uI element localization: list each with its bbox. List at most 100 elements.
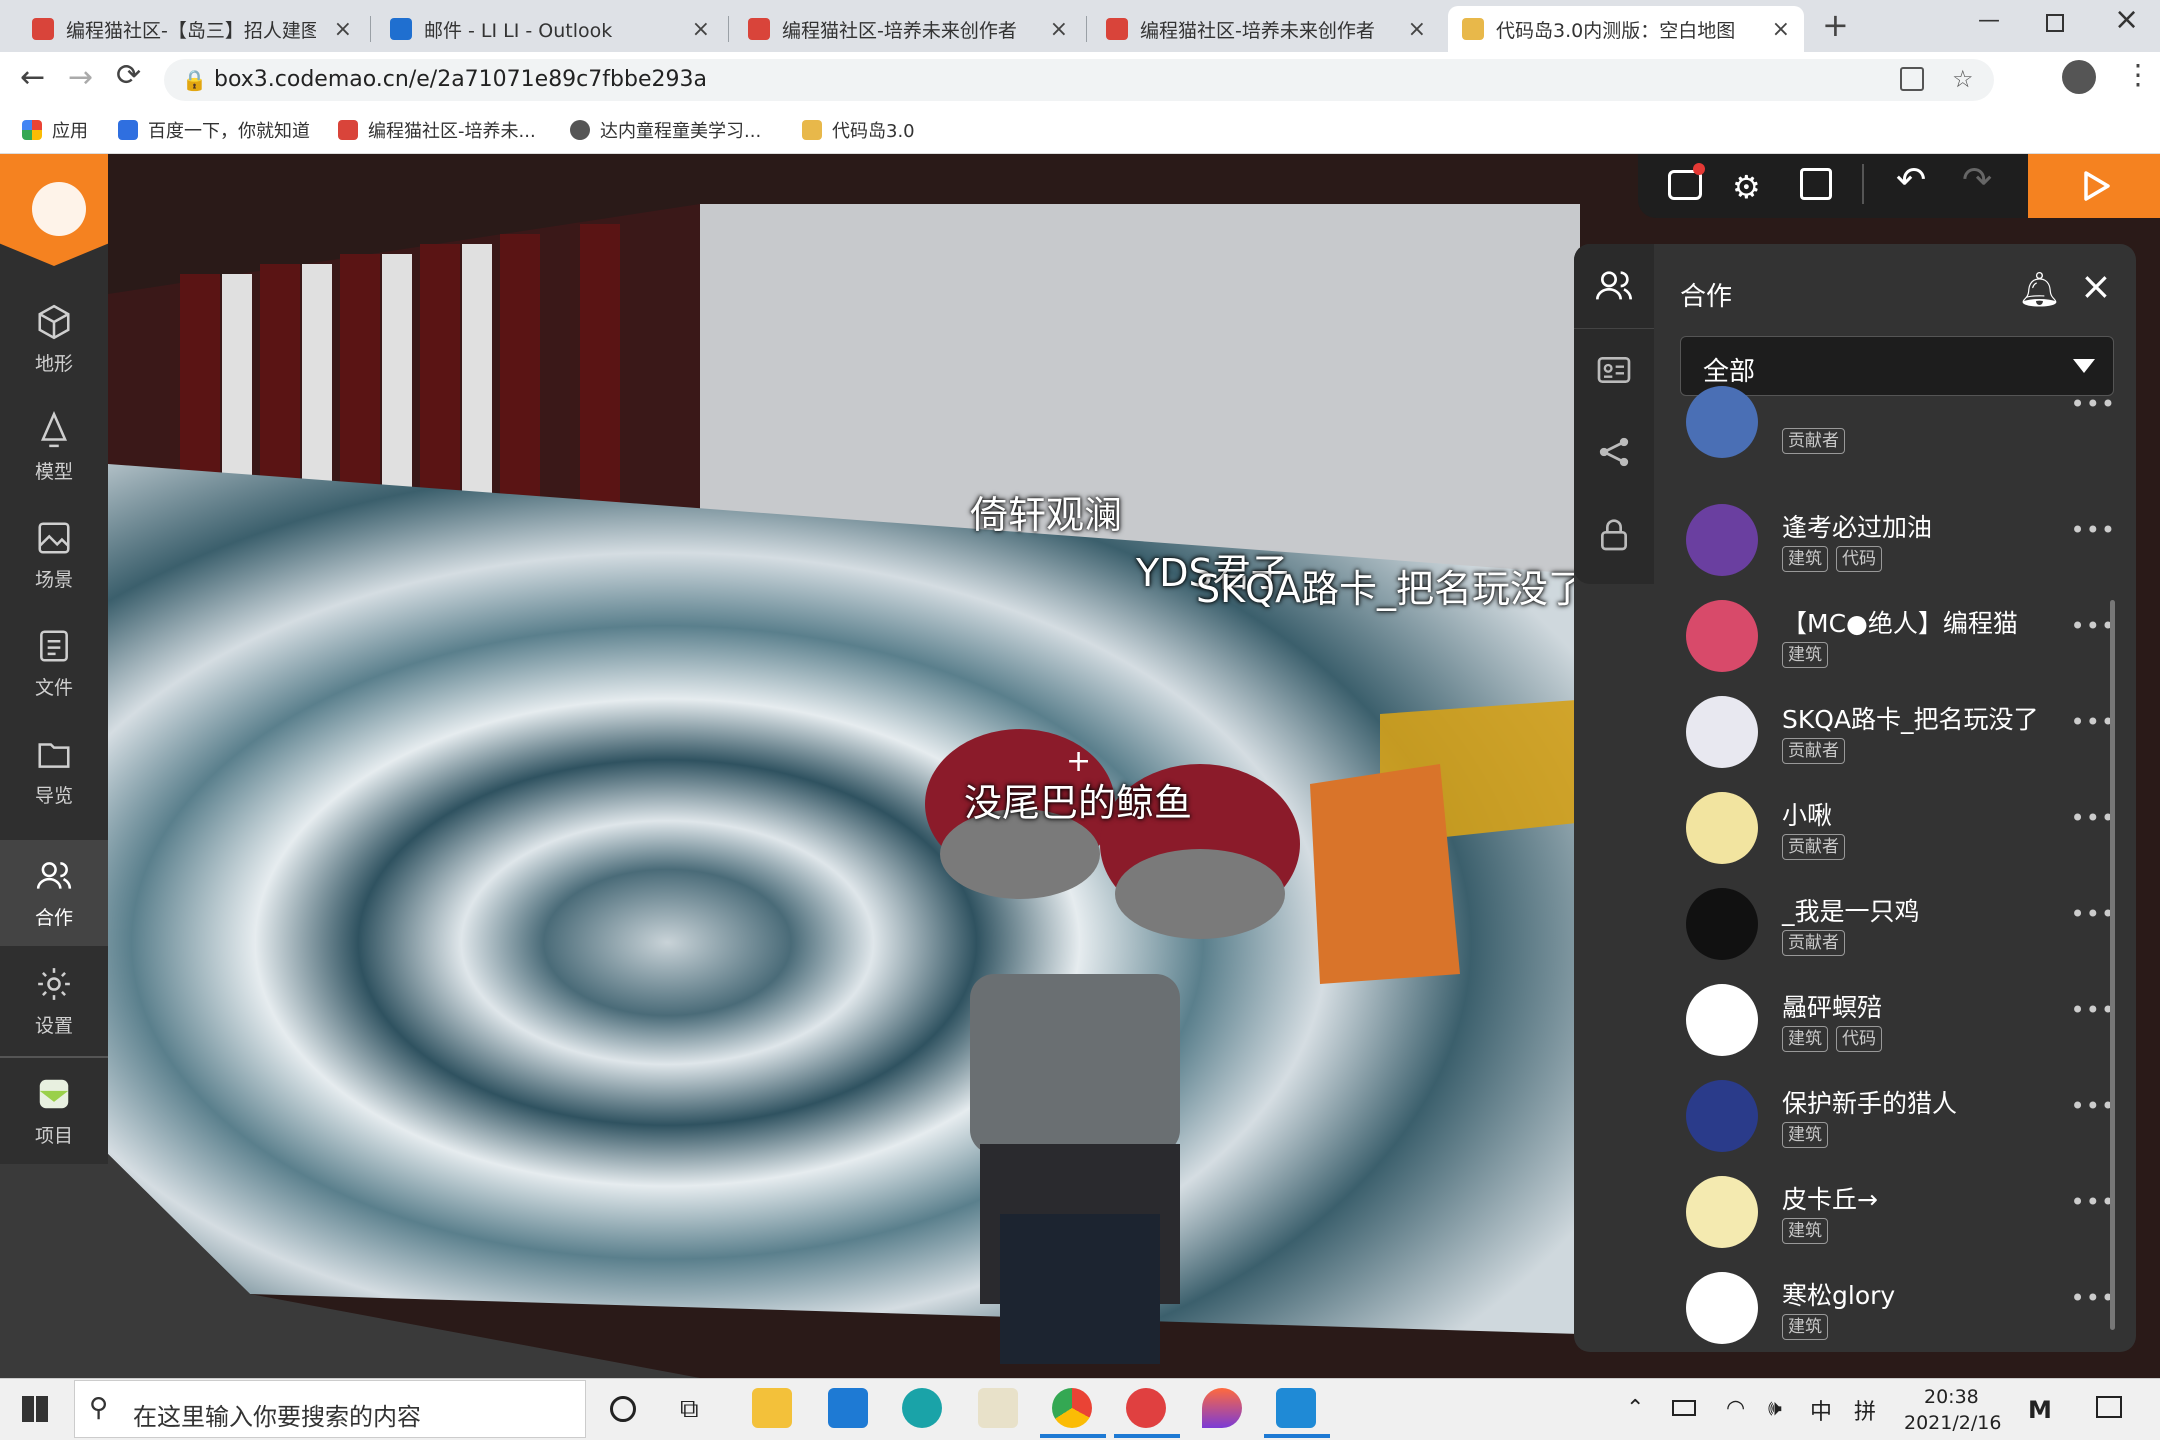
member-row[interactable]: 贡献者 ••• (1680, 386, 2120, 492)
active-app-indicator (1264, 1434, 1330, 1438)
panel-tab-lock[interactable] (1574, 494, 1654, 574)
nav-guide[interactable]: 导览 (0, 718, 108, 824)
panel-scrollbar[interactable] (2110, 600, 2115, 1330)
more-options-icon[interactable]: ••• (2071, 516, 2116, 544)
member-row[interactable]: _我是一只鸡 贡献者 ••• (1680, 878, 2120, 974)
close-icon[interactable]: × (334, 17, 352, 42)
taskbar-search[interactable]: ⚲ 在这里输入你要搜索的内容 (74, 1380, 586, 1438)
avatar (1686, 600, 1758, 672)
menu-icon[interactable]: ⋮ (2124, 58, 2152, 91)
fullscreen-icon[interactable] (1800, 168, 1832, 200)
nav-model[interactable]: 模型 (0, 394, 108, 500)
chat-icon[interactable] (1668, 163, 1705, 200)
member-row[interactable]: 皮卡丘→ 建筑 ••• (1680, 1166, 2120, 1262)
bell-icon[interactable]: 🔔︎ (2018, 270, 2061, 310)
avatar (1686, 504, 1758, 576)
tab-4[interactable]: 编程猫社区-培养未来创作者 × (1092, 6, 1440, 52)
ime-logo-icon[interactable]: Ⅿ (2028, 1396, 2052, 1424)
nav-file[interactable]: 文件 (0, 610, 108, 716)
flame-app-icon[interactable] (1202, 1388, 1242, 1428)
id-card-icon (1597, 357, 1631, 383)
bookmark-baidu[interactable]: 百度一下，你就知道 (118, 113, 310, 147)
ime-mode[interactable]: 中 (1810, 1394, 1832, 1426)
tab-active[interactable]: 代码岛3.0内测版：空白地图 × (1448, 6, 1804, 52)
bookmark-codemao[interactable]: 编程猫社区-培养未... (338, 113, 536, 147)
panel-tab-people[interactable] (1574, 246, 1654, 326)
bookmark-tarena[interactable]: 达内童程童美学习... (570, 113, 761, 147)
bookmarks-bar (0, 108, 2160, 154)
notification-center-icon[interactable] (2096, 1396, 2122, 1418)
bookmark-apps[interactable]: 应用 (22, 113, 88, 147)
more-options-icon[interactable]: ••• (2071, 390, 2116, 418)
nav-terrain[interactable]: 地形 (0, 286, 108, 392)
panel-tab-card[interactable] (1574, 330, 1654, 410)
vscode-icon[interactable] (1276, 1388, 1316, 1428)
nav-settings[interactable]: 设置 (0, 948, 108, 1054)
member-row[interactable]: 寒松glory 建筑 ••• (1680, 1262, 2120, 1358)
codemao-icon (748, 18, 770, 40)
app-logo[interactable] (0, 154, 108, 266)
member-row[interactable]: SKQA路卡_把名玩没了 贡献者 ••• (1680, 686, 2120, 782)
star-icon[interactable]: ☆ (1952, 65, 1974, 93)
bug-icon[interactable]: ⚙ (1732, 168, 1761, 206)
translate-icon[interactable] (1900, 67, 1924, 91)
role-tag: 建筑 (1782, 642, 1828, 668)
role-tag: 贡献者 (1782, 428, 1845, 454)
nav-scene[interactable]: 场景 (0, 502, 108, 608)
close-icon[interactable]: × (1050, 17, 1068, 42)
profile-avatar[interactable] (2062, 60, 2096, 94)
paint-icon[interactable] (978, 1388, 1018, 1428)
member-filter-select[interactable]: 全部 (1680, 336, 2114, 396)
run-button[interactable] (2028, 154, 2160, 218)
battery-icon[interactable] (1672, 1400, 1696, 1416)
member-row[interactable]: 曧砰螟殕 建筑 代码 ••• (1680, 974, 2120, 1070)
ime-pinyin[interactable]: 拼 (1854, 1394, 1876, 1426)
tab-label: 编程猫社区-培养未来创作者 (782, 19, 1017, 42)
wifi-icon[interactable]: ◠ (1726, 1396, 1745, 1421)
image-icon (38, 521, 70, 554)
nav-project[interactable]: 项目 (0, 1058, 108, 1164)
cortana-icon[interactable] (610, 1396, 636, 1422)
member-row[interactable]: 【MC●绝人】编程猫 建筑 ••• (1680, 590, 2120, 686)
close-window-button[interactable]: × (2114, 2, 2139, 37)
nav-collab[interactable]: 合作 (0, 840, 108, 946)
role-tag: 建筑 (1782, 1314, 1828, 1340)
close-icon[interactable]: × (1408, 17, 1426, 42)
restore-button[interactable] (2046, 14, 2064, 32)
role-tag: 贡献者 (1782, 834, 1845, 860)
mail-icon[interactable] (828, 1388, 868, 1428)
redo-icon[interactable]: ↷ (1962, 160, 1992, 201)
member-roles: 贡献者 (1782, 428, 1845, 454)
bookmark-label: 代码岛3.0 (832, 121, 915, 142)
clock-time[interactable]: 20:38 (1924, 1386, 1979, 1408)
bookmark-box3[interactable]: 代码岛3.0 (802, 113, 915, 147)
chrome-icon[interactable] (1052, 1388, 1092, 1428)
omnibox[interactable]: 🔒 box3.codemao.cn/e/2a71071e89c7fbbe293a… (164, 59, 1994, 101)
member-row[interactable]: 小啾 贡献者 ••• (1680, 782, 2120, 878)
nav-label: 场景 (34, 568, 73, 591)
chevron-up-icon[interactable]: ⌃ (1626, 1396, 1644, 1421)
codemao-app-icon[interactable] (1126, 1388, 1166, 1428)
close-icon[interactable]: × (692, 17, 710, 42)
task-view-icon[interactable]: ⧉ (680, 1394, 699, 1425)
new-tab-button[interactable]: + (1822, 6, 1849, 44)
file-explorer-icon[interactable] (752, 1388, 792, 1428)
volume-icon[interactable]: 🕪︎ (1768, 1396, 1782, 1421)
forward-icon[interactable]: → (68, 60, 93, 95)
member-roles: 建筑 (1782, 642, 1828, 668)
reload-icon[interactable]: ⟳ (116, 58, 141, 93)
undo-icon[interactable]: ↶ (1896, 160, 1926, 201)
close-icon[interactable]: × (1772, 17, 1790, 42)
windows-start-icon[interactable] (22, 1396, 48, 1422)
back-icon[interactable]: ← (20, 60, 45, 95)
panel-tab-share[interactable] (1574, 412, 1654, 492)
member-row[interactable]: 保护新手的猎人 建筑 ••• (1680, 1070, 2120, 1166)
clock-date[interactable]: 2021/2/16 (1904, 1412, 2001, 1434)
close-panel-button[interactable]: × (2080, 264, 2112, 308)
tab-3[interactable]: 编程猫社区-培养未来创作者 × (734, 6, 1082, 52)
tab-1[interactable]: 编程猫社区-【岛三】招人建图了 × (18, 6, 366, 52)
minimize-button[interactable]: — (1978, 8, 2000, 33)
member-row[interactable]: 逢考必过加油 建筑 代码 ••• (1680, 494, 2120, 590)
edge-icon[interactable] (902, 1388, 942, 1428)
tab-2[interactable]: 邮件 - LI LI - Outlook × (376, 6, 724, 52)
